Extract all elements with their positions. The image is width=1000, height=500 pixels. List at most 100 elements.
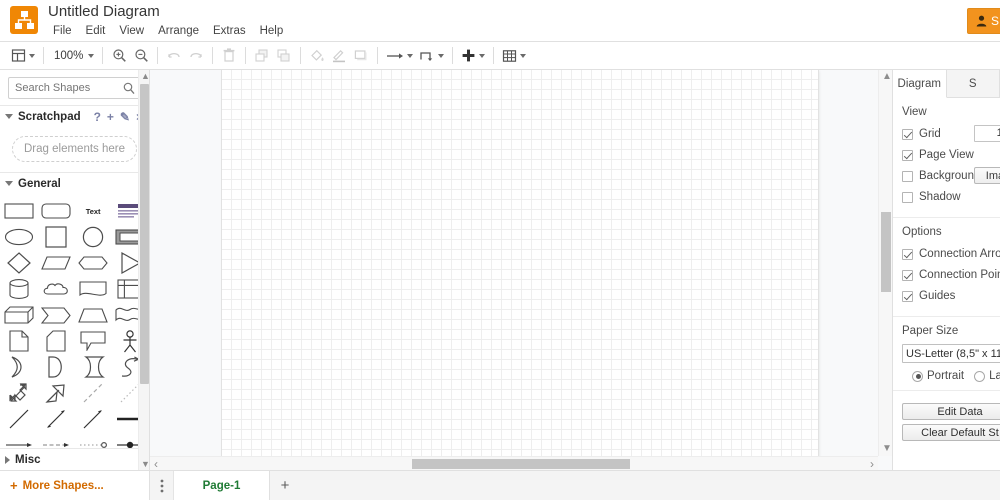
menu-arrange[interactable]: Arrange <box>151 23 206 39</box>
horizontal-scroll-thumb[interactable] <box>412 459 630 469</box>
shadow-checkbox[interactable] <box>902 191 913 203</box>
menu-edit[interactable]: Edit <box>79 23 113 39</box>
zoom-dropdown-button[interactable]: 100% <box>49 44 97 68</box>
shape-card[interactable] <box>39 329 73 353</box>
general-section-header[interactable]: General <box>0 172 149 194</box>
page-tab-page-1[interactable]: Page-1 <box>174 471 270 500</box>
shape-bidirectional-arrow[interactable] <box>2 381 36 405</box>
zoom-out-button[interactable] <box>130 44 152 68</box>
grid-checkbox[interactable] <box>902 128 913 140</box>
shape-rectangle[interactable] <box>2 199 36 223</box>
shape-callout[interactable] <box>76 329 110 353</box>
scroll-down-arrow[interactable]: ▼ <box>882 444 892 454</box>
diagram-page[interactable] <box>222 70 818 462</box>
shadow-button[interactable] <box>350 44 372 68</box>
shape-text[interactable]: Text <box>76 199 110 223</box>
menu-help[interactable]: Help <box>253 23 291 39</box>
sidebar-scroll-down-arrow[interactable]: ▼ <box>141 459 149 469</box>
redo-button[interactable] <box>185 44 207 68</box>
more-shapes-button[interactable]: + More Shapes... <box>0 470 150 500</box>
search-icon[interactable] <box>123 82 135 98</box>
sidebar-scroll-thumb[interactable] <box>140 84 149 384</box>
page-menu-button[interactable] <box>150 471 174 500</box>
table-button[interactable] <box>499 44 529 68</box>
shape-cloud[interactable] <box>39 277 73 301</box>
shape-hexagon[interactable] <box>76 251 110 275</box>
zoom-in-button[interactable] <box>108 44 130 68</box>
page-title[interactable]: Untitled Diagram <box>48 3 160 20</box>
paper-size-select[interactable]: US-Letter (8,5" x 11") <box>902 344 1000 363</box>
scratchpad-dropzone[interactable]: Drag elements here <box>12 136 137 162</box>
clear-default-style-button[interactable]: Clear Default St <box>902 424 1000 441</box>
background-image-button[interactable]: Imag <box>974 167 1000 184</box>
options-section-title: Options <box>902 226 942 238</box>
line-style-button[interactable] <box>383 44 416 68</box>
vertical-scroll-thumb[interactable] <box>881 212 891 292</box>
shape-data-storage[interactable] <box>76 355 110 379</box>
shape-directional-connector[interactable] <box>76 407 110 431</box>
shape-bidirectional-connector[interactable] <box>39 407 73 431</box>
canvas-vertical-scrollbar[interactable]: ▲ ▼ <box>878 70 892 456</box>
canvas-horizontal-scrollbar[interactable]: ‹ › <box>150 456 878 470</box>
search-box[interactable] <box>8 77 141 99</box>
insert-button[interactable] <box>458 44 488 68</box>
to-back-button[interactable] <box>273 44 295 68</box>
shape-note[interactable] <box>2 329 36 353</box>
menu-file[interactable]: File <box>46 23 79 39</box>
shape-cube[interactable] <box>2 303 36 327</box>
scroll-up-arrow[interactable]: ▲ <box>882 72 892 82</box>
chevron-down-icon <box>5 114 13 119</box>
search-input[interactable] <box>9 78 140 98</box>
scratchpad-add-icon[interactable]: + <box>107 110 114 124</box>
fill-color-button[interactable] <box>306 44 328 68</box>
line-color-button[interactable] <box>328 44 350 68</box>
guides-checkbox[interactable] <box>902 290 913 302</box>
misc-section-header[interactable]: Misc <box>0 448 138 470</box>
shape-ellipse[interactable] <box>2 225 36 249</box>
view-layers-button[interactable] <box>8 44 38 68</box>
shape-trapezoid[interactable] <box>76 303 110 327</box>
scratchpad-edit-icon[interactable]: ✎ <box>120 110 130 124</box>
landscape-radio[interactable] <box>974 370 986 382</box>
connection-arrows-checkbox[interactable] <box>902 248 913 260</box>
shape-dashed-line[interactable] <box>76 381 110 405</box>
connection-points-checkbox[interactable] <box>902 269 913 281</box>
shape-step[interactable] <box>39 303 73 327</box>
sign-in-button[interactable]: S <box>966 8 1000 34</box>
waypoints-button[interactable] <box>416 44 447 68</box>
portrait-radio[interactable] <box>912 370 923 382</box>
scroll-right-arrow[interactable]: › <box>870 458 874 470</box>
background-checkbox[interactable] <box>902 170 913 182</box>
scratchpad-help-icon[interactable]: ? <box>94 110 101 124</box>
shape-or[interactable] <box>2 355 36 379</box>
shape-line[interactable] <box>2 407 36 431</box>
shape-parallelogram[interactable] <box>39 251 73 275</box>
tab-style[interactable]: S <box>946 70 1000 97</box>
grid-size-input[interactable]: 10 p <box>974 125 1000 142</box>
shape-diamond[interactable] <box>2 251 36 275</box>
shape-circle[interactable] <box>76 225 110 249</box>
sidebar-scrollbar[interactable]: ▲ ▼ <box>138 70 149 470</box>
shape-rounded-rectangle[interactable] <box>39 199 73 223</box>
scroll-left-arrow[interactable]: ‹ <box>154 458 158 470</box>
page-view-checkbox[interactable] <box>902 149 913 161</box>
shape-square[interactable] <box>39 225 73 249</box>
menu-view[interactable]: View <box>112 23 151 39</box>
scratchpad-section-header[interactable]: Scratchpad ? + ✎ × <box>0 105 149 127</box>
shape-and[interactable] <box>39 355 73 379</box>
undo-button[interactable] <box>163 44 185 68</box>
shape-cylinder[interactable] <box>2 277 36 301</box>
delete-button[interactable] <box>218 44 240 68</box>
chevron-down-icon <box>407 53 414 58</box>
options-section: Options Connection Arrows Connection Poi… <box>893 218 1000 317</box>
sidebar-scroll-up-arrow[interactable]: ▲ <box>141 71 149 81</box>
tab-diagram[interactable]: Diagram <box>893 70 947 98</box>
shape-document[interactable] <box>76 277 110 301</box>
shape-arrow[interactable] <box>39 381 73 405</box>
add-page-button[interactable]: + <box>270 471 300 500</box>
to-front-button[interactable] <box>251 44 273 68</box>
diagram-canvas[interactable]: ▲ ▼ ‹ › <box>150 70 892 470</box>
edit-data-button[interactable]: Edit Data <box>902 403 1000 420</box>
menu-extras[interactable]: Extras <box>206 23 253 39</box>
toolbar-divider <box>300 47 302 64</box>
